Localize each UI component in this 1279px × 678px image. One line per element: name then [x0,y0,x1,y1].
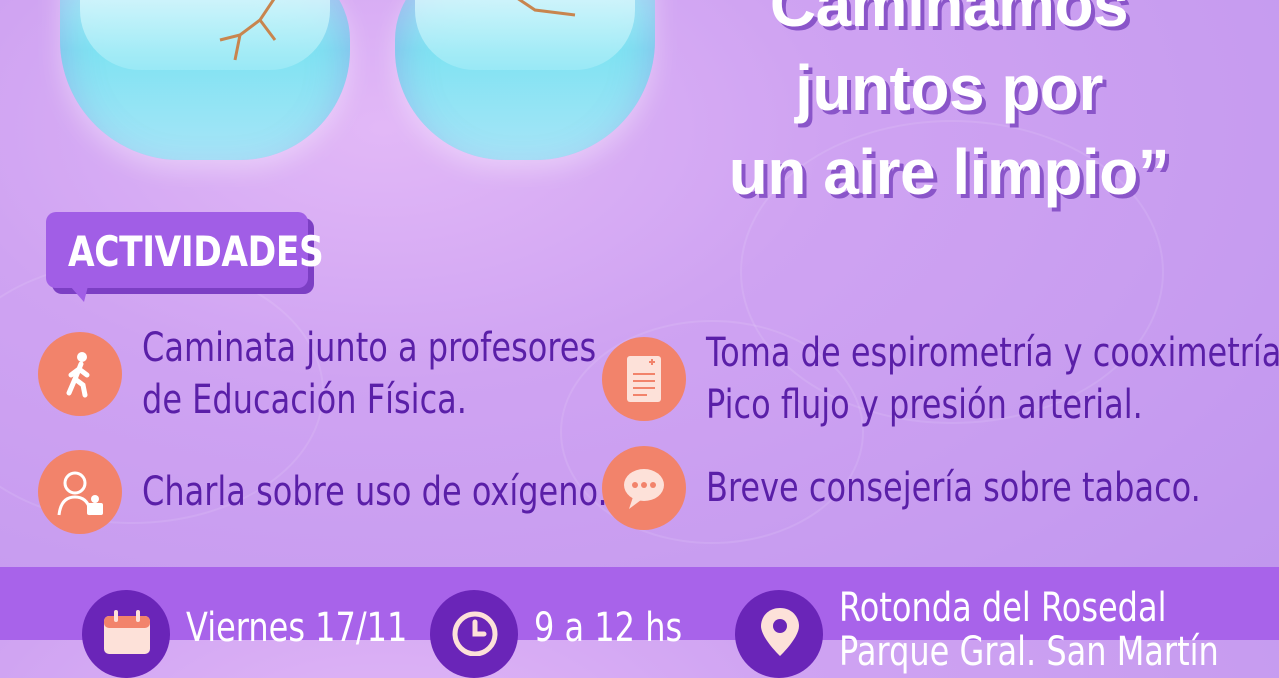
oxygen-person-icon [38,450,122,534]
speech-tail [70,286,88,302]
footer-date-text: Viernes 17/11 [186,605,408,651]
activity-oxygen-text: Charla sobre uso de oxígeno. [142,466,608,518]
location-pin-icon [735,590,823,678]
footer-time-text: 9 a 12 hs [534,605,683,651]
activity-spirometry: Toma de espirometría y cooximetría. Pico… [602,327,1279,431]
activity-tobacco-line-1: Breve consejería sobre tabaco. [706,465,1201,511]
walking-person-icon [38,332,122,416]
chat-bubble-icon [602,446,686,530]
activity-spirometry-line-1: Toma de espirometría y cooximetría. [706,330,1279,376]
footer-time: 9 a 12 hs [430,590,719,678]
clock-icon [430,590,518,678]
footer-place-line-2: Parque Gral. San Martín [839,629,1219,675]
activity-spirometry-line-2: Pico flujo y presión arterial. [706,382,1143,428]
footer-date: Viernes 17/11 [82,590,463,678]
right-lung-illustration [395,0,655,160]
activity-walk-line-2: de Educación Física. [142,377,467,423]
event-title: Caminamos juntos por un aire limpio” [669,0,1229,214]
activity-walk-text: Caminata junto a profesores de Educación… [142,322,596,426]
calendar-icon [82,590,170,678]
footer-place-line-1: Rotonda del Rosedal [839,585,1167,631]
activity-tobacco: Breve consejería sobre tabaco. [602,446,1279,530]
footer-place-text: Rotonda del Rosedal Parque Gral. San Mar… [839,586,1219,674]
title-line-1: Caminamos [769,0,1129,40]
left-lung-illustration [60,0,350,160]
footer-place: Rotonda del Rosedal Parque Gral. San Mar… [735,586,1279,678]
activity-oxygen-line-1: Charla sobre uso de oxígeno. [142,469,608,515]
activity-tobacco-text: Breve consejería sobre tabaco. [706,462,1201,514]
activities-badge-label: ACTIVIDADES [68,227,324,276]
activities-badge: ACTIVIDADES [46,212,324,302]
title-line-3: un aire limpio” [728,136,1170,208]
title-line-2: juntos por [795,52,1103,124]
activity-walk-line-1: Caminata junto a profesores [142,325,597,371]
medical-document-icon [602,337,686,421]
activity-spirometry-text: Toma de espirometría y cooximetría. Pico… [706,327,1279,431]
